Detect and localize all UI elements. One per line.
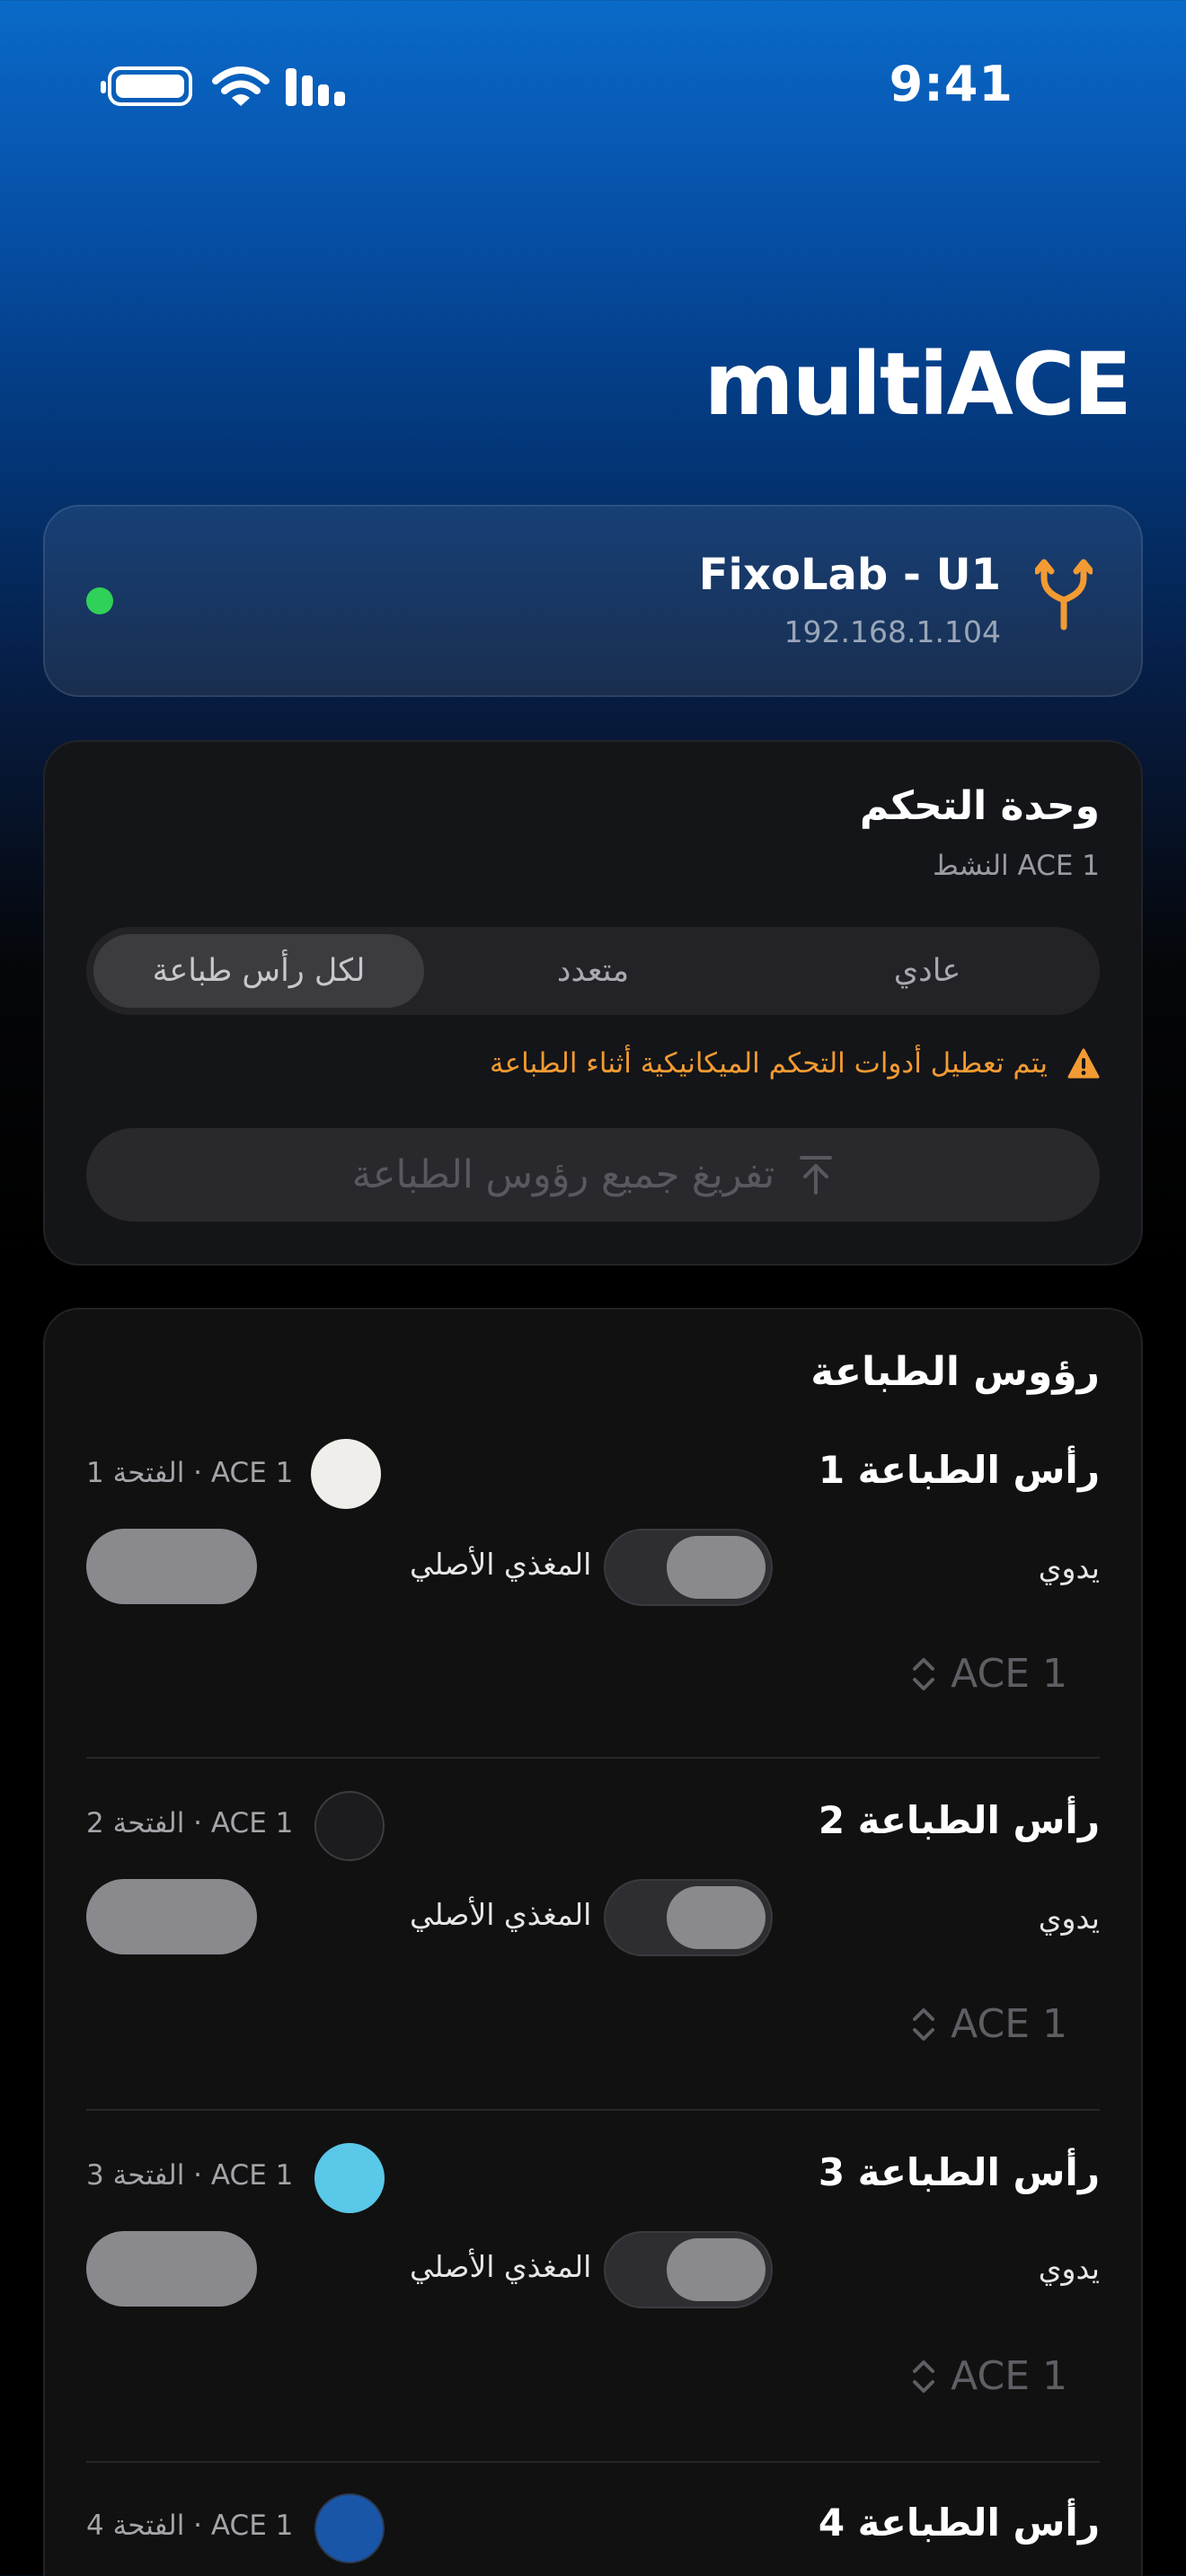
mode-segmented-control: لكل رأس طباعة متعدد عادي xyxy=(86,927,1100,1015)
divider xyxy=(86,1757,1100,1759)
fork-icon xyxy=(1035,559,1093,631)
filament-color-swatch[interactable] xyxy=(314,1791,385,1861)
control-subtitle: النشط ACE 1 xyxy=(933,850,1100,882)
head-name: رأس الطباعة 2 xyxy=(818,1798,1100,1842)
native-feeder-label: المغذي الأصلي xyxy=(410,1547,592,1582)
manual-label: يدوي xyxy=(1038,2251,1100,2286)
wifi-icon xyxy=(212,66,270,106)
ace-selector[interactable]: ACE 1 xyxy=(911,2001,1067,2047)
head-slot-label: الفتحة 3 · ACE 1 xyxy=(86,2159,294,2192)
device-name: FixoLab - U1 xyxy=(698,550,1001,600)
head-name: رأس الطباعة 1 xyxy=(818,1448,1100,1492)
ace-selector-value: ACE 1 xyxy=(951,1651,1067,1697)
manual-toggle[interactable] xyxy=(604,2231,773,2308)
mode-multi[interactable]: متعدد xyxy=(428,934,758,1008)
device-card[interactable] xyxy=(43,505,1143,697)
filament-color-swatch[interactable] xyxy=(311,1439,381,1509)
ace-selector-value: ACE 1 xyxy=(951,2353,1067,2399)
ace-selector[interactable]: ACE 1 xyxy=(911,2353,1067,2399)
warning-icon xyxy=(1067,1048,1100,1079)
manual-label: يدوي xyxy=(1038,1550,1100,1585)
arrow-up-icon xyxy=(800,1156,833,1195)
device-ip: 192.168.1.104 xyxy=(783,614,1001,649)
mode-normal[interactable]: عادي xyxy=(762,934,1093,1008)
head-name: رأس الطباعة 3 xyxy=(818,2150,1100,2194)
chevron-up-down-icon xyxy=(913,2360,935,2393)
native-feeder-toggle[interactable] xyxy=(86,1529,257,1604)
control-title: وحدة التحكم xyxy=(859,783,1100,829)
ace-selector[interactable]: ACE 1 xyxy=(911,1651,1067,1697)
chevron-up-down-icon xyxy=(913,2007,935,2041)
chevron-up-down-icon xyxy=(913,1657,935,1690)
unload-all-button[interactable]: تفريغ جميع رؤوس الطباعة xyxy=(86,1128,1100,1222)
head-slot-label: الفتحة 2 · ACE 1 xyxy=(86,1807,294,1839)
signal-icon xyxy=(286,68,345,106)
status-time: 9:41 xyxy=(889,56,1013,112)
manual-toggle[interactable] xyxy=(604,1879,773,1956)
warning-message: يتم تعطيل أدوات التحكم الميكانيكية أثناء… xyxy=(490,1047,1100,1080)
head-name: رأس الطباعة 4 xyxy=(818,2501,1100,2545)
mode-per-head[interactable]: لكل رأس طباعة xyxy=(93,934,424,1008)
filament-color-swatch[interactable] xyxy=(314,2493,385,2563)
page-title: multiACE xyxy=(704,334,1132,435)
print-heads-title: رؤوس الطباعة xyxy=(810,1349,1100,1395)
native-feeder-label: المغذي الأصلي xyxy=(410,1897,592,1932)
online-status-dot xyxy=(86,587,113,614)
native-feeder-toggle[interactable] xyxy=(86,1879,257,1954)
manual-toggle[interactable] xyxy=(604,1529,773,1606)
ace-selector-value: ACE 1 xyxy=(951,2001,1067,2047)
manual-label: يدوي xyxy=(1038,1901,1100,1936)
unload-all-label: تفريغ جميع رؤوس الطباعة xyxy=(351,1152,775,1197)
filament-color-swatch[interactable] xyxy=(314,2143,385,2213)
head-slot-label: الفتحة 1 · ACE 1 xyxy=(86,1457,294,1489)
divider xyxy=(86,2461,1100,2463)
divider xyxy=(86,2109,1100,2111)
native-feeder-toggle[interactable] xyxy=(86,2231,257,2307)
warning-text: يتم تعطيل أدوات التحكم الميكانيكية أثناء… xyxy=(490,1047,1048,1080)
head-slot-label: الفتحة 4 · ACE 1 xyxy=(86,2510,294,2542)
native-feeder-label: المغذي الأصلي xyxy=(410,2249,592,2284)
battery-icon xyxy=(101,66,192,106)
